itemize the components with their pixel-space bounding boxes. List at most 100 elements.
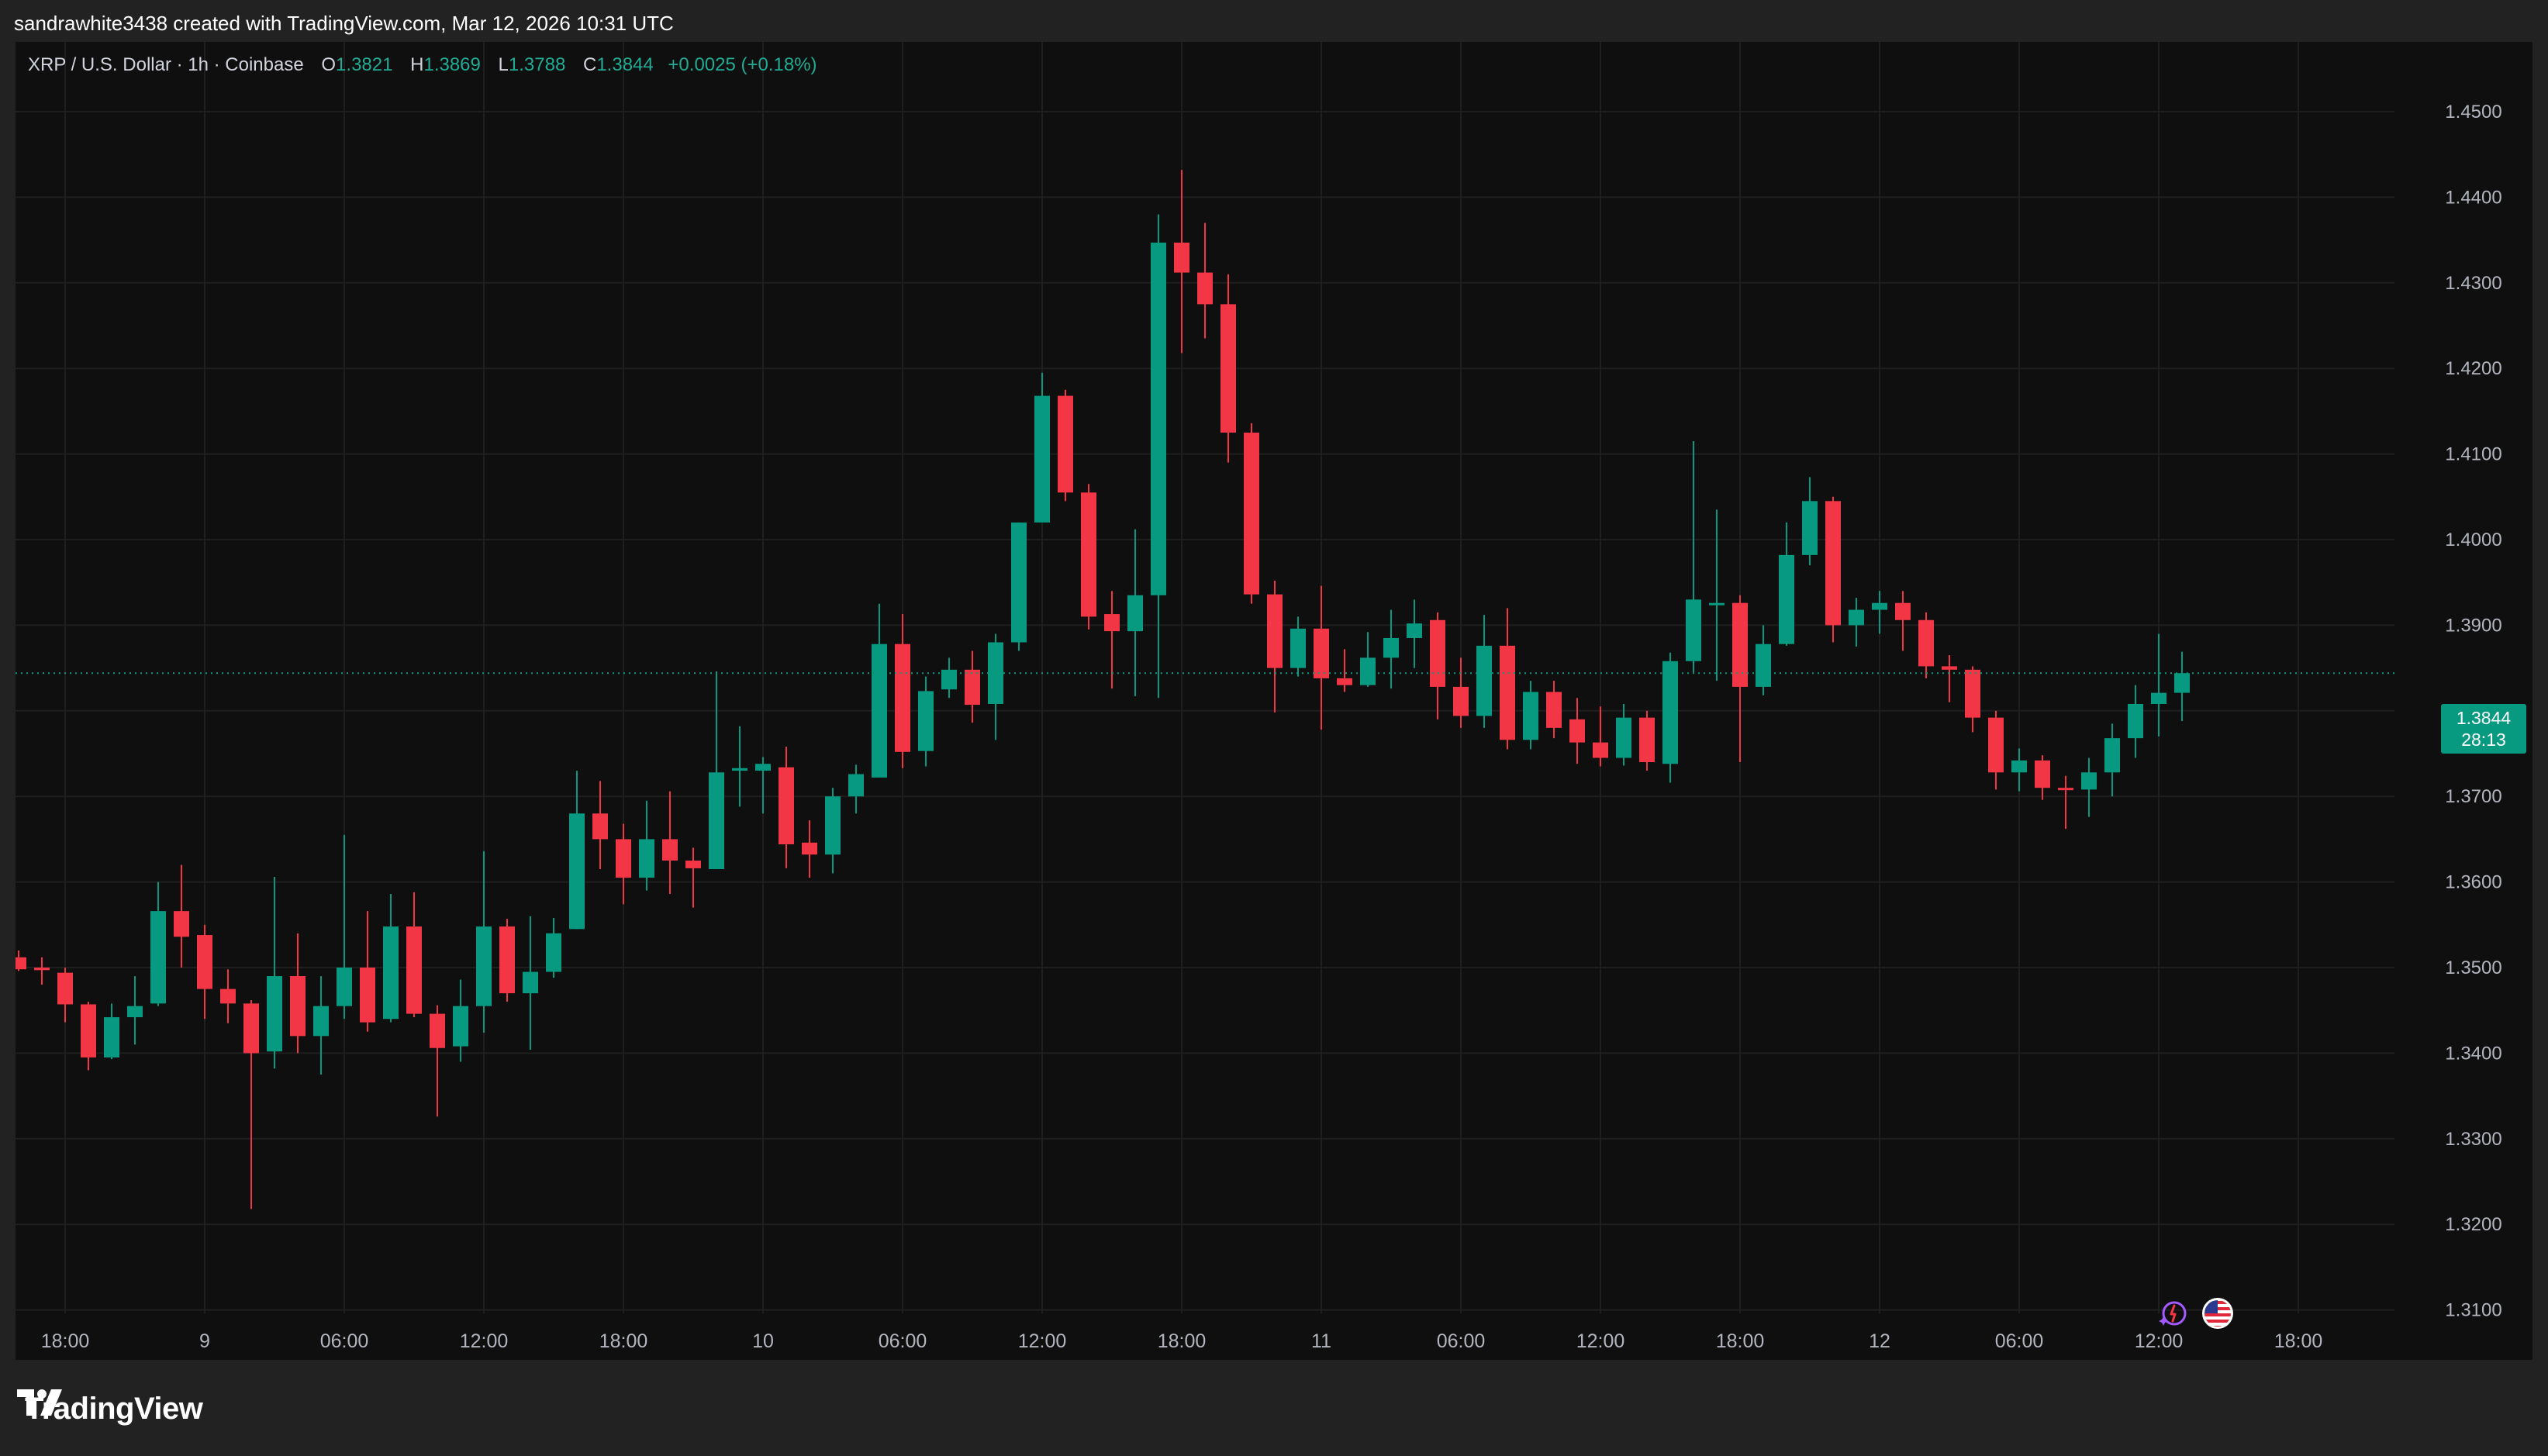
candle-body — [1616, 717, 1631, 758]
candle-body — [430, 1013, 445, 1048]
candle-body — [197, 935, 212, 989]
x-tick-label: 06:00 — [1995, 1330, 2044, 1352]
chart-pane[interactable]: 1.4500 1.4400 1.4300 1.4200 1.4100 1.4000 1.39… — [16, 42, 2532, 1360]
x-tick-label: 12:00 — [2135, 1330, 2184, 1352]
x-tick-label: 18:00 — [41, 1330, 90, 1352]
legend-close-value: 1.3844 — [596, 54, 654, 75]
last-price-badge: 1.3844 28:13 — [2441, 704, 2526, 754]
candle-body — [81, 1004, 96, 1057]
candle-body — [453, 1006, 468, 1047]
candle-body — [1662, 661, 1678, 764]
candle-body — [965, 669, 980, 706]
candle-body — [2174, 673, 2190, 693]
candle-body — [2081, 772, 2097, 790]
candle-body — [1546, 692, 1562, 728]
y-tick-label: 1.3100 — [2445, 1300, 2501, 1321]
us-flag-icon[interactable] — [2202, 1298, 2233, 1329]
candle-body — [220, 988, 236, 1004]
candle-body — [313, 1006, 329, 1037]
candle-body — [2104, 738, 2120, 773]
candle-body — [337, 968, 352, 1006]
candle-body — [918, 691, 934, 751]
candle-body — [1569, 719, 1585, 743]
candle-body — [732, 768, 747, 771]
candle-body — [988, 642, 1003, 704]
candle-body — [1011, 522, 1027, 643]
tradingview-brand[interactable]: TradingView — [17, 1389, 203, 1428]
bar-countdown: 28:13 — [2461, 730, 2506, 750]
candle-body — [1872, 602, 1887, 610]
candle-body — [1034, 395, 1050, 523]
x-tick-label: 12:00 — [460, 1330, 509, 1352]
y-tick-label: 1.3400 — [2445, 1043, 2501, 1064]
chart-credit: sandrawhite3438 created with TradingView… — [14, 12, 674, 35]
candle-body — [1383, 637, 1399, 658]
candle-body — [1802, 501, 1818, 555]
y-tick-label: 1.4000 — [2445, 530, 2501, 550]
candle-body — [104, 1017, 119, 1057]
candle-body — [499, 926, 515, 994]
candle-body — [1127, 595, 1143, 632]
candle-body — [174, 911, 189, 937]
legend-open-value: 1.3821 — [336, 54, 393, 75]
x-tick-label: 9 — [199, 1330, 210, 1352]
x-tick-label: 10 — [752, 1330, 774, 1352]
candle-body — [1779, 554, 1794, 644]
candle-body — [127, 1006, 143, 1018]
candle-body — [290, 976, 306, 1037]
candlestick-chart[interactable]: 1.4500 1.4400 1.4300 1.4200 1.4100 1.4000 1.39… — [16, 42, 2532, 1360]
candle-body — [360, 968, 375, 1023]
y-tick-label: 1.3900 — [2445, 615, 2501, 636]
last-price-value: 1.3844 — [2456, 708, 2512, 728]
tradingview-logo-icon — [17, 1389, 62, 1416]
candle-body — [662, 839, 678, 861]
candle-body — [2035, 760, 2050, 788]
candle-body — [709, 772, 724, 870]
candle-body — [1686, 599, 1701, 661]
candle-body — [616, 839, 631, 878]
candle-body — [1756, 643, 1771, 687]
legend-symbol[interactable]: XRP / U.S. Dollar · 1h · Coinbase — [28, 54, 304, 75]
x-tick-label: 18:00 — [1158, 1330, 1207, 1352]
candle-body — [1523, 692, 1538, 740]
y-tick-label: 1.4100 — [2445, 444, 2501, 465]
x-tick-label: 18:00 — [599, 1330, 648, 1352]
candle-body — [1314, 628, 1329, 678]
candle-body — [1220, 304, 1236, 433]
candle-body — [383, 926, 399, 1020]
candle-body — [1407, 623, 1422, 638]
x-tick-label: 06:00 — [320, 1330, 369, 1352]
candle-body — [16, 957, 26, 970]
y-tick-label: 1.4400 — [2445, 187, 2501, 208]
x-tick-label: 18:00 — [2274, 1330, 2323, 1352]
ai-sparkle-icon[interactable] — [2157, 1298, 2188, 1329]
candle-body — [2058, 788, 2073, 791]
candle-body — [267, 976, 282, 1052]
candle-body — [1174, 242, 1189, 273]
candle-body — [569, 813, 585, 930]
candle-body — [1267, 594, 1283, 668]
y-tick-label: 1.4500 — [2445, 102, 2501, 122]
y-tick-label: 1.3600 — [2445, 872, 2501, 893]
x-tick-label: 12 — [1869, 1330, 1890, 1352]
legend-change: +0.0025 (+0.18%) — [668, 54, 817, 75]
candle-body — [1104, 614, 1120, 632]
candle-body — [1895, 602, 1911, 620]
candle-body — [685, 861, 701, 868]
candle-body — [406, 926, 422, 1014]
y-tick-label: 1.4200 — [2445, 358, 2501, 379]
candle-body — [848, 774, 864, 797]
y-tick-label: 1.3500 — [2445, 957, 2501, 978]
candle-body — [1360, 657, 1376, 685]
candle-body — [2128, 703, 2143, 739]
candle-body — [1290, 628, 1306, 668]
candle-body — [1942, 666, 1957, 670]
candle-body — [1197, 272, 1213, 305]
candle-body — [476, 926, 492, 1006]
candle-body — [2011, 760, 2027, 773]
candle-body — [639, 839, 654, 878]
candle-body — [2151, 692, 2166, 704]
legend-close-label: C — [582, 54, 597, 75]
candle-body — [592, 813, 608, 840]
y-tick-label: 1.3200 — [2445, 1214, 2501, 1235]
